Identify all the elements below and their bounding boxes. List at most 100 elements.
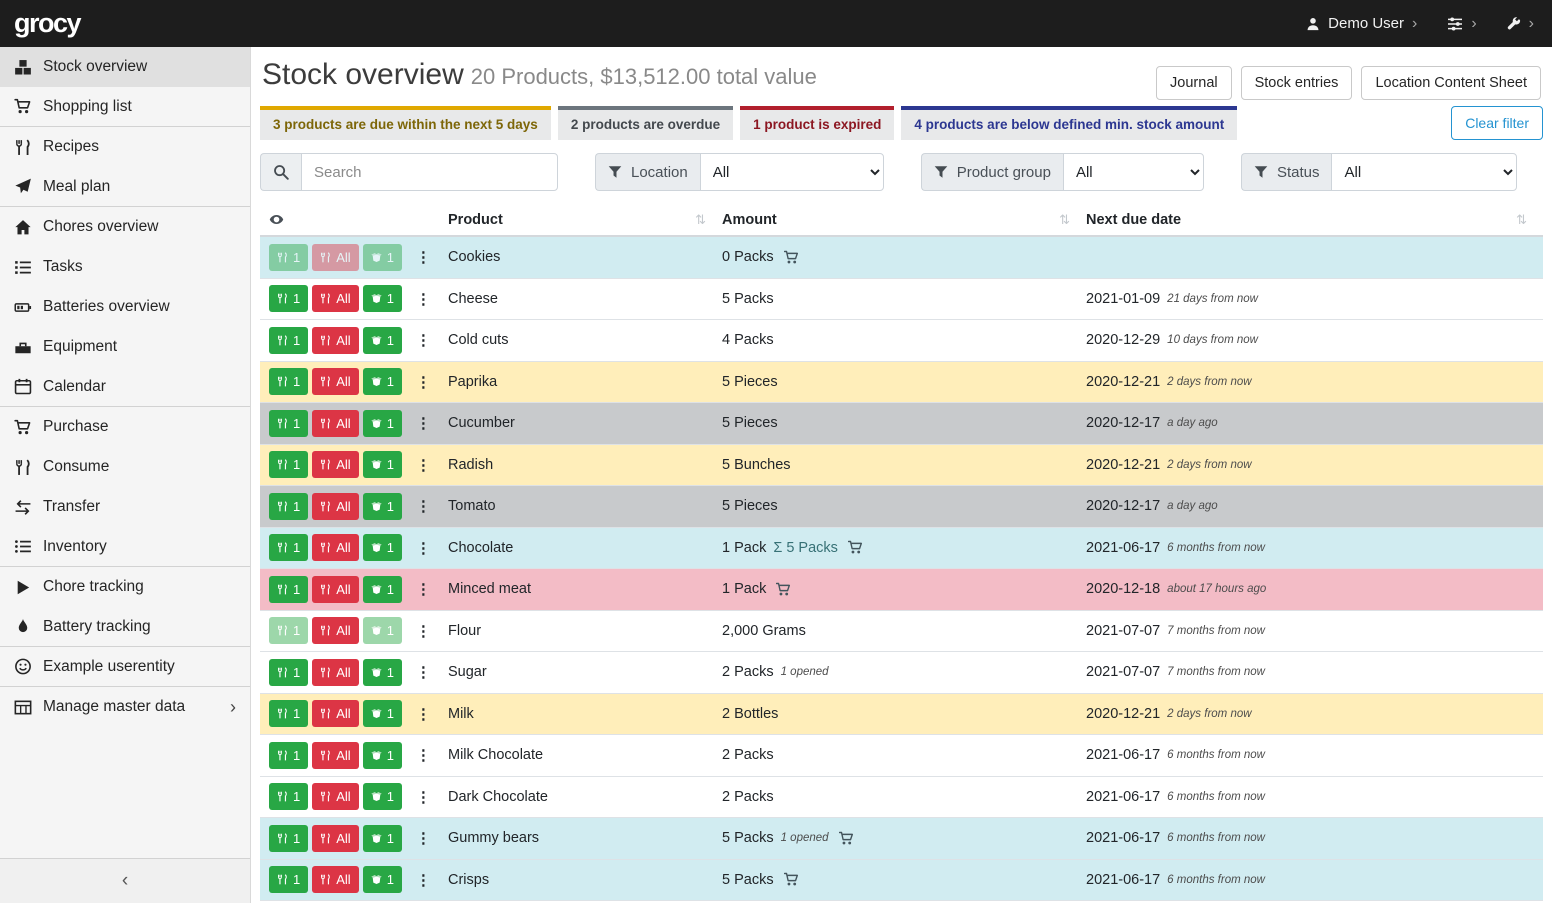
open-one-button[interactable]: 1 — [363, 368, 402, 395]
sidebar-item-equipment[interactable]: Equipment — [0, 327, 250, 367]
row-menu-button[interactable]: ⋮ — [413, 456, 434, 474]
open-one-button[interactable]: 1 — [363, 617, 402, 644]
row-menu-button[interactable]: ⋮ — [413, 248, 434, 266]
settings-menu[interactable]: › — [1447, 16, 1476, 32]
consume-all-button[interactable]: All — [312, 534, 358, 561]
sidebar-collapse-button[interactable]: ‹ — [0, 858, 250, 903]
open-one-button[interactable]: 1 — [363, 451, 402, 478]
open-one-button[interactable]: 1 — [363, 825, 402, 852]
consume-all-button[interactable]: All — [312, 700, 358, 727]
consume-one-button[interactable]: 1 — [269, 534, 308, 561]
consume-all-button[interactable]: All — [312, 742, 358, 769]
sidebar-item-chore-tracking[interactable]: Chore tracking — [0, 567, 250, 607]
consume-all-button[interactable]: All — [312, 825, 358, 852]
open-one-button[interactable]: 1 — [363, 285, 402, 312]
sidebar-item-manage-master-data[interactable]: Manage master data › — [0, 687, 250, 727]
open-one-button[interactable]: 1 — [363, 244, 402, 271]
row-menu-button[interactable]: ⋮ — [413, 290, 434, 308]
product-group-select[interactable]: All — [1063, 153, 1204, 191]
sidebar-item-stock-overview[interactable]: Stock overview — [0, 47, 250, 87]
sidebar-item-transfer[interactable]: Transfer — [0, 487, 250, 527]
user-menu[interactable]: Demo User › — [1306, 15, 1417, 32]
consume-one-button[interactable]: 1 — [269, 866, 308, 893]
sidebar-item-tasks[interactable]: Tasks — [0, 247, 250, 287]
consume-one-button[interactable]: 1 — [269, 742, 308, 769]
consume-one-button[interactable]: 1 — [269, 783, 308, 810]
consume-all-button[interactable]: All — [312, 493, 358, 520]
consume-one-button[interactable]: 1 — [269, 368, 308, 395]
open-one-button[interactable]: 1 — [363, 783, 402, 810]
row-menu-button[interactable]: ⋮ — [413, 580, 434, 598]
consume-one-button[interactable]: 1 — [269, 825, 308, 852]
consume-all-button[interactable]: All — [312, 410, 358, 437]
admin-menu[interactable]: › — [1507, 16, 1534, 32]
open-one-button[interactable]: 1 — [363, 700, 402, 727]
banner-due-soon[interactable]: 3 products are due within the next 5 day… — [260, 106, 551, 140]
open-one-button[interactable]: 1 — [363, 742, 402, 769]
open-one-button[interactable]: 1 — [363, 493, 402, 520]
sidebar-item-chores-overview[interactable]: Chores overview — [0, 207, 250, 247]
column-product[interactable]: Product ⇅ — [448, 204, 722, 235]
row-menu-button[interactable]: ⋮ — [413, 829, 434, 847]
consume-all-button[interactable]: All — [312, 327, 358, 354]
open-one-button[interactable]: 1 — [363, 327, 402, 354]
stock-entries-button[interactable]: Stock entries — [1241, 66, 1353, 100]
consume-one-button[interactable]: 1 — [269, 285, 308, 312]
row-menu-button[interactable]: ⋮ — [413, 497, 434, 515]
consume-all-button[interactable]: All — [312, 866, 358, 893]
row-menu-button[interactable]: ⋮ — [413, 788, 434, 806]
consume-one-button[interactable]: 1 — [269, 493, 308, 520]
row-menu-button[interactable]: ⋮ — [413, 539, 434, 557]
consume-all-button[interactable]: All — [312, 576, 358, 603]
consume-all-button[interactable]: All — [312, 783, 358, 810]
column-amount[interactable]: Amount ⇅ — [722, 204, 1086, 235]
row-menu-button[interactable]: ⋮ — [413, 414, 434, 432]
open-one-button[interactable]: 1 — [363, 576, 402, 603]
consume-one-button[interactable]: 1 — [269, 576, 308, 603]
consume-one-button[interactable]: 1 — [269, 700, 308, 727]
row-menu-button[interactable]: ⋮ — [413, 331, 434, 349]
consume-one-button[interactable]: 1 — [269, 327, 308, 354]
eye-icon[interactable] — [268, 212, 285, 227]
banner-expired[interactable]: 1 product is expired — [740, 106, 894, 140]
journal-button[interactable]: Journal — [1156, 66, 1232, 100]
row-menu-button[interactable]: ⋮ — [413, 622, 434, 640]
open-one-button[interactable]: 1 — [363, 534, 402, 561]
consume-all-button[interactable]: All — [312, 368, 358, 395]
column-next-due-date[interactable]: Next due date ⇅ — [1086, 204, 1543, 235]
sidebar-item-shopping-list[interactable]: Shopping list — [0, 87, 250, 127]
sidebar-item-inventory[interactable]: Inventory — [0, 527, 250, 567]
sidebar-item-meal-plan[interactable]: Meal plan — [0, 167, 250, 207]
consume-all-button[interactable]: All — [312, 659, 358, 686]
banner-overdue[interactable]: 2 products are overdue — [558, 106, 733, 140]
clear-filter-button[interactable]: Clear filter — [1451, 106, 1543, 140]
row-menu-button[interactable]: ⋮ — [413, 373, 434, 391]
row-menu-button[interactable]: ⋮ — [413, 663, 434, 681]
sidebar-item-batteries-overview[interactable]: Batteries overview — [0, 287, 250, 327]
sidebar-item-example-userentity[interactable]: Example userentity — [0, 647, 250, 687]
sidebar-item-purchase[interactable]: Purchase — [0, 407, 250, 447]
location-content-sheet-button[interactable]: Location Content Sheet — [1361, 66, 1541, 100]
open-one-button[interactable]: 1 — [363, 659, 402, 686]
open-one-button[interactable]: 1 — [363, 410, 402, 437]
consume-one-button[interactable]: 1 — [269, 451, 308, 478]
row-menu-button[interactable]: ⋮ — [413, 705, 434, 723]
open-one-button[interactable]: 1 — [363, 866, 402, 893]
consume-one-button[interactable]: 1 — [269, 410, 308, 437]
sidebar-item-battery-tracking[interactable]: Battery tracking — [0, 607, 250, 647]
consume-one-button[interactable]: 1 — [269, 617, 308, 644]
sidebar-item-recipes[interactable]: Recipes — [0, 127, 250, 167]
status-select[interactable]: All — [1331, 153, 1517, 191]
consume-one-button[interactable]: 1 — [269, 244, 308, 271]
banner-below-min-stock[interactable]: 4 products are below defined min. stock … — [901, 106, 1237, 140]
location-select[interactable]: All — [700, 153, 884, 191]
sidebar-item-consume[interactable]: Consume — [0, 447, 250, 487]
consume-all-button[interactable]: All — [312, 244, 358, 271]
consume-all-button[interactable]: All — [312, 617, 358, 644]
consume-one-button[interactable]: 1 — [269, 659, 308, 686]
search-input[interactable] — [301, 153, 558, 191]
sidebar-item-calendar[interactable]: Calendar — [0, 367, 250, 407]
consume-all-button[interactable]: All — [312, 285, 358, 312]
row-menu-button[interactable]: ⋮ — [413, 746, 434, 764]
consume-all-button[interactable]: All — [312, 451, 358, 478]
